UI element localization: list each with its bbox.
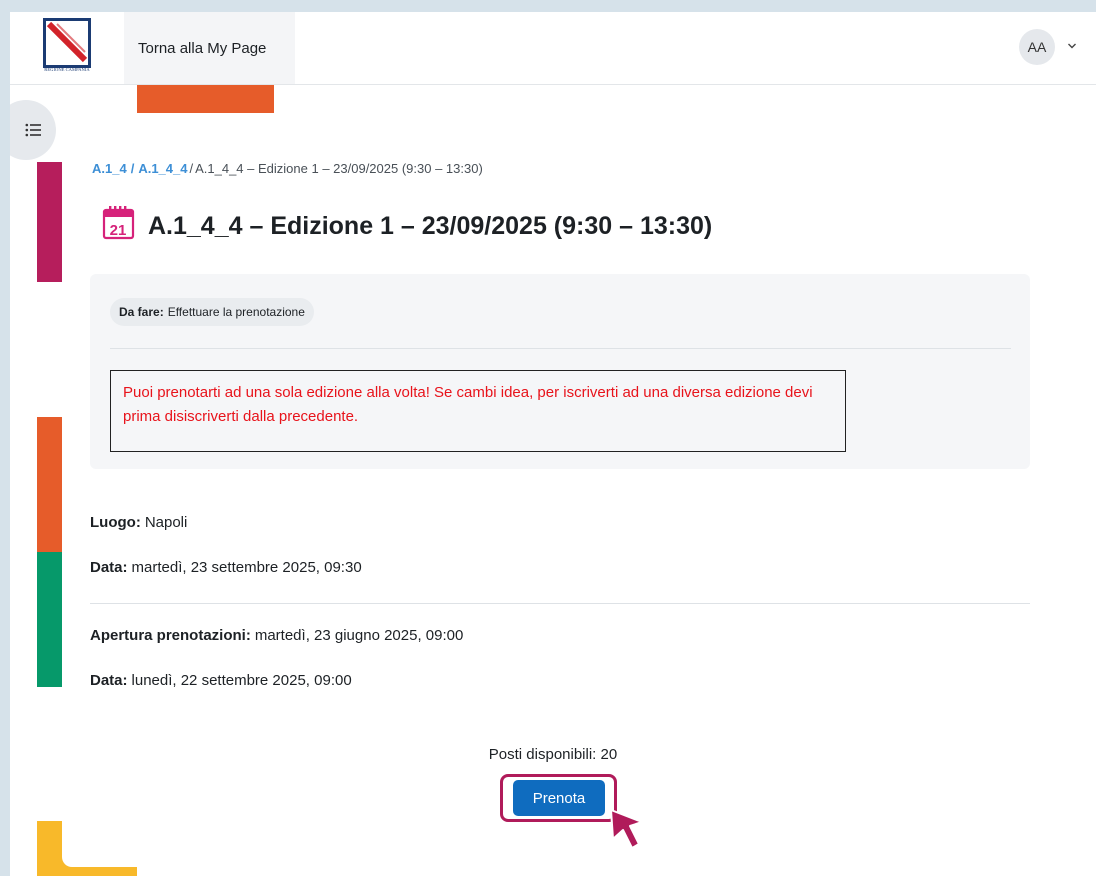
decor-strip-magenta <box>37 162 62 282</box>
todo-value: Effettuare la prenotazione <box>167 305 305 319</box>
detail-booking-close-value: lunedì, 22 settembre 2025, 09:00 <box>131 672 352 689</box>
booking-notice: Puoi prenotarti ad una sola edizione all… <box>110 370 846 452</box>
detail-booking-close: Data: lunedì, 22 settembre 2025, 09:00 <box>90 672 352 689</box>
decor-strip-orange <box>37 417 62 552</box>
todo-label: Da fare: <box>119 305 164 319</box>
detail-booking-open-label: Apertura prenotazioni: <box>90 627 251 644</box>
detail-date: Data: martedì, 23 settembre 2025, 09:30 <box>90 559 362 576</box>
calendar-icon: 21 <box>102 206 135 240</box>
top-navbar: REGIONE CAMPANIA Torna alla My Page AA <box>10 12 1096 85</box>
detail-booking-close-label: Data: <box>90 672 128 689</box>
breadcrumb-item-course[interactable]: A.1_4 <box>92 161 127 176</box>
detail-booking-open: Apertura prenotazioni: martedì, 23 giugno… <box>90 627 463 644</box>
mouse-pointer-icon <box>610 809 643 849</box>
decor-strip-green <box>37 552 62 687</box>
divider <box>90 603 1030 604</box>
list-icon <box>25 123 41 137</box>
divider <box>110 348 1011 349</box>
breadcrumb-separator: / <box>130 161 135 176</box>
detail-date-value: martedì, 23 settembre 2025, 09:30 <box>131 559 362 576</box>
nav-home-link[interactable]: Torna alla My Page <box>124 12 295 84</box>
chevron-down-icon[interactable] <box>1067 42 1077 50</box>
breadcrumb-item-section[interactable]: A.1_4_4 <box>138 161 187 176</box>
activity-info-box: Da fare: Effettuare la prenotazione Puoi… <box>90 274 1030 469</box>
breadcrumb-separator: / <box>189 161 194 176</box>
user-avatar[interactable]: AA <box>1019 29 1055 65</box>
detail-location-label: Luogo: <box>90 514 141 531</box>
detail-location-value: Napoli <box>144 514 188 531</box>
decor-strip-orange-top <box>137 84 274 113</box>
course-index-toggle[interactable] <box>10 100 56 160</box>
available-seats: Posti disponibili: 20 <box>488 746 618 763</box>
calendar-day: 21 <box>110 222 127 239</box>
page-frame: REGIONE CAMPANIA Torna alla My Page AA A… <box>10 12 1096 876</box>
detail-location: Luogo: Napoli <box>90 514 187 531</box>
todo-badge: Da fare: Effettuare la prenotazione <box>110 298 314 326</box>
page-title: A.1_4_4 – Edizione 1 – 23/09/2025 (9:30 … <box>148 212 713 240</box>
decor-strip-yellow-mask <box>62 821 142 867</box>
book-button[interactable]: Prenota <box>513 780 605 816</box>
breadcrumb: A.1_4/A.1_4_4/A.1_4_4 – Edizione 1 – 23/… <box>92 161 483 176</box>
detail-booking-open-value: martedì, 23 giugno 2025, 09:00 <box>254 627 464 644</box>
logo-caption: REGIONE CAMPANIA <box>44 67 90 72</box>
breadcrumb-current: A.1_4_4 – Edizione 1 – 23/09/2025 (9:30 … <box>195 161 483 176</box>
detail-date-label: Data: <box>90 559 128 576</box>
